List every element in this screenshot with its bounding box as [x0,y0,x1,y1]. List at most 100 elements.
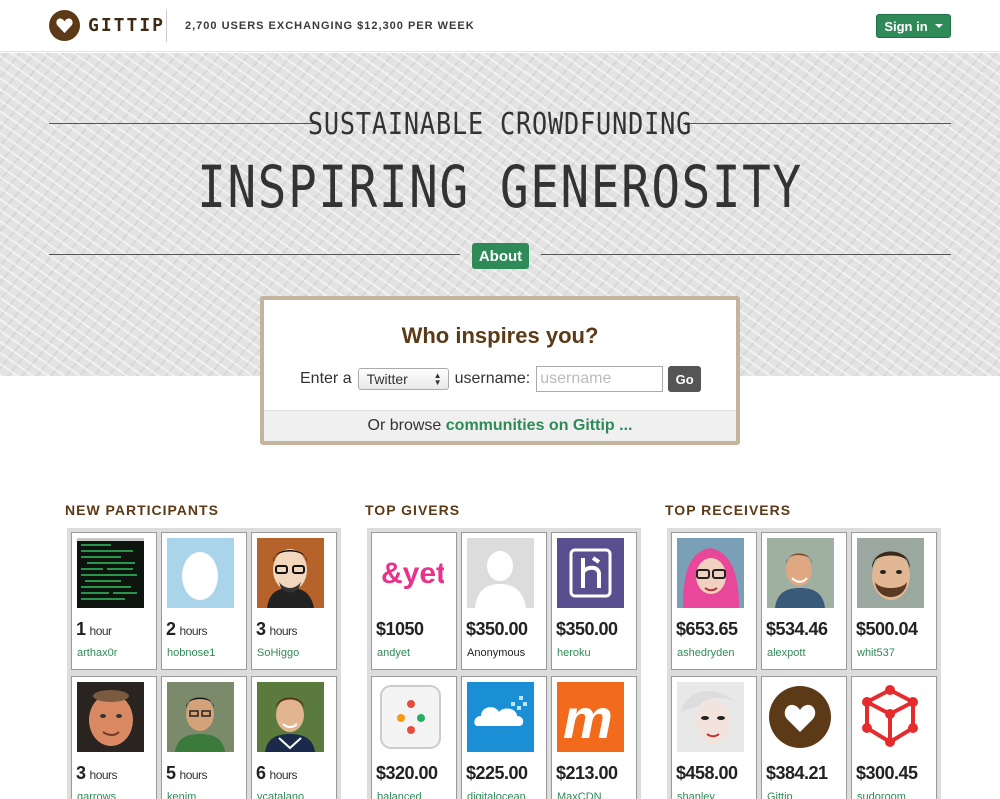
receive-amount: $458.00 [676,763,738,783]
username-link[interactable]: ashedryden [677,647,735,659]
hero-headline: INSPIRING GENEROSITY [197,153,803,221]
username-link[interactable]: digitalocean [467,791,526,799]
avatar [257,682,324,752]
username-link[interactable]: alexpott [767,647,806,659]
give-amount: $225.00 [466,763,528,783]
give-amount: $350.00 [466,619,528,639]
caret-down-icon [934,24,943,28]
svg-text:m: m [563,687,613,750]
maxcdn-logo: m [557,682,624,752]
heart-icon[interactable] [49,10,80,41]
username-link[interactable]: andyet [377,647,410,659]
hero-rule [541,254,951,255]
receiver-card[interactable]: $653.65 ashedryden [671,532,757,670]
top-receivers-heading: TOP RECEIVERS [665,502,792,518]
username-link[interactable]: arthax0r [77,647,117,659]
participant-card[interactable]: 1 hour arthax0r [71,532,157,670]
username-link[interactable]: vcatalano [257,791,304,799]
username-link[interactable]: kenim [167,791,196,799]
avatar [857,538,924,608]
giver-card[interactable]: $350.00 heroku [551,532,637,670]
browse-prefix: Or browse [367,417,442,434]
join-time: 1 hour [76,619,112,639]
give-amount: $213.00 [556,763,618,783]
avatar [677,682,744,752]
top-givers-heading: TOP GIVERS [365,502,461,518]
sign-in-label: Sign in [884,18,928,34]
username-input[interactable]: username [536,366,664,392]
participant-card[interactable]: 3 hours SoHiggo [251,532,337,670]
give-amount: $1050 [376,619,424,639]
communities-link[interactable]: communities on Gittip ... [446,417,633,434]
receiver-card[interactable]: $300.45 sudoroom [851,676,937,799]
username-link[interactable]: shanley [677,791,715,799]
gittip-heart-icon [767,682,834,752]
hero-rule [49,254,460,255]
avatar [77,538,144,608]
avatar [767,538,834,608]
receiver-card[interactable]: $458.00 shanley [671,676,757,799]
avatar [677,538,744,608]
receive-amount: $653.65 [676,619,738,639]
receive-amount: $300.45 [856,763,918,783]
go-button[interactable]: Go [668,366,702,392]
participant-card[interactable]: 3 hours garrows [71,676,157,799]
participant-card[interactable]: 6 hours vcatalano [251,676,337,799]
about-button[interactable]: About [472,243,529,269]
username-link[interactable]: sudoroom [857,791,906,799]
giver-card[interactable]: $350.00 Anonymous [461,532,547,670]
receive-amount: $534.46 [766,619,828,639]
select-arrows-icon: ▲ ▼ [433,371,442,387]
giver-card[interactable]: $320.00 balanced [371,676,457,799]
avatar [77,682,144,752]
giver-card[interactable]: m $213.00 MaxCDN [551,676,637,799]
platform-select[interactable]: Twitter ▲ ▼ [357,368,449,390]
inspire-title: Who inspires you? [401,323,599,348]
giver-card[interactable]: $225.00 digitalocean [461,676,547,799]
username-link[interactable]: hobnose1 [167,647,215,659]
give-amount: $320.00 [376,763,438,783]
avatar [257,538,324,608]
giver-card[interactable]: &yet $1050 andyet [371,532,457,670]
give-amount: $350.00 [556,619,618,639]
new-participants-heading: NEW PARTICIPANTS [65,502,219,518]
username-lookup-form: Enter a Twitter ▲ ▼ username: username Go [300,366,702,392]
receiver-card[interactable]: $500.04 whit537 [851,532,937,670]
username-link[interactable]: heroku [557,647,591,659]
username-link[interactable]: MaxCDN [557,791,602,799]
username-link[interactable]: Gittip [767,791,793,799]
receive-amount: $500.04 [856,619,918,639]
andyet-logo: &yet [377,538,444,608]
sign-in-button[interactable]: Sign in [876,14,951,38]
username-link[interactable]: whit537 [857,647,895,659]
digitalocean-logo [467,682,534,752]
browse-communities: Or browse communities on Gittip ... [264,410,736,441]
username-link[interactable]: balanced [377,791,422,799]
join-time: 3 hours [256,619,298,639]
username-label: username: [454,370,531,387]
username-link[interactable]: SoHiggo [257,647,299,659]
receive-amount: $384.21 [766,763,828,783]
inspire-box: Who inspires you? Enter a Twitter ▲ ▼ use… [260,296,740,445]
site-header: GITTIP 2,700 USERS EXCHANGING $12,300 PE… [0,0,1000,52]
brand-name[interactable]: GITTIP [88,15,165,36]
anonymous-avatar [467,538,534,608]
avatar [167,682,234,752]
enter-label: Enter a [300,370,352,387]
site-tagline: 2,700 USERS EXCHANGING $12,300 PER WEEK [185,20,475,32]
username-link[interactable]: garrows [77,791,116,799]
balanced-logo [377,682,444,752]
join-time: 3 hours [76,763,118,783]
participant-card[interactable]: 2 hours hobnose1 [161,532,247,670]
heroku-logo [557,538,624,608]
username-label: Anonymous [467,647,526,659]
avatar [167,538,234,608]
receiver-card[interactable]: $534.46 alexpott [761,532,847,670]
join-time: 2 hours [166,619,208,639]
header-divider [166,10,167,42]
platform-selected: Twitter [366,371,408,387]
receiver-card[interactable]: $384.21 Gittip [761,676,847,799]
participant-card[interactable]: 5 hours kenim [161,676,247,799]
hero-subtitle: SUSTAINABLE CROWDFUNDING [307,107,693,142]
svg-text:&yet: &yet [381,557,444,590]
